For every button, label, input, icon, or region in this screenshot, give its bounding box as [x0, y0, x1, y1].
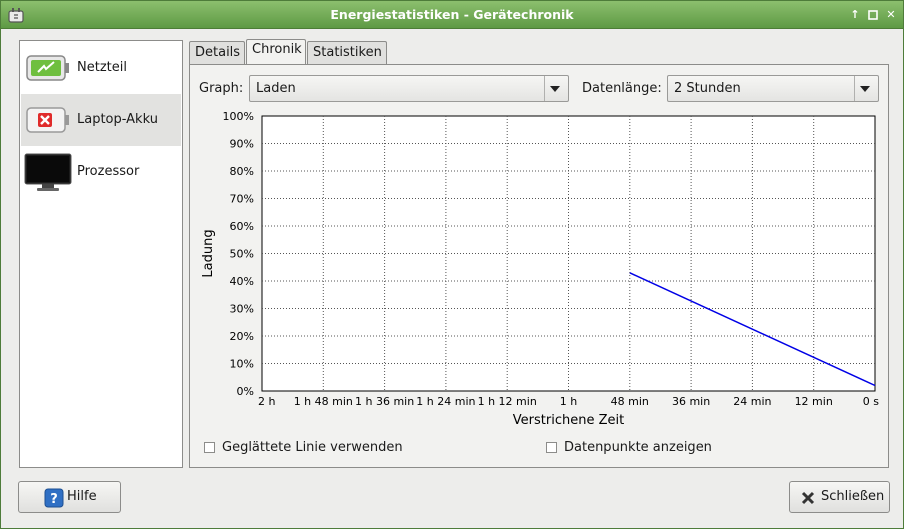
- graph-type-value: Laden: [256, 81, 296, 96]
- tab-details[interactable]: Details: [189, 41, 245, 65]
- x-tick-label: 36 min: [672, 395, 710, 408]
- tab-statistiken[interactable]: Statistiken: [307, 41, 387, 65]
- graph-type-select[interactable]: Laden: [249, 75, 569, 102]
- x-tick-label: 12 min: [795, 395, 833, 408]
- charge-history-chart: 0% 10% 20% 30% 40% 50% 60% 70% 80% 90% 100% 2 h 1 h …: [201, 110, 879, 428]
- graph-label: Graph:: [199, 81, 244, 96]
- help-icon: ?: [44, 488, 64, 508]
- y-tick-label: 40%: [230, 275, 254, 288]
- x-tick-label: 24 min: [733, 395, 771, 408]
- sidebar-item-label: Netzteil: [77, 60, 127, 75]
- y-axis-label: Ladung: [201, 229, 216, 277]
- close-button[interactable]: Schließen: [789, 481, 890, 513]
- sidebar-item-laptop-battery[interactable]: Laptop-Akku: [21, 94, 181, 146]
- smooth-line-checkbox[interactable]: [204, 442, 215, 453]
- y-tick-label: 100%: [223, 110, 254, 123]
- y-tick-label: 60%: [230, 220, 254, 233]
- energy-statistics-window: Energiestatistiken - Gerätechronik ↑ ✕ N…: [0, 0, 904, 529]
- tab-chronik[interactable]: Chronik: [246, 39, 306, 65]
- ac-adapter-icon: [26, 55, 69, 81]
- show-points-checkbox[interactable]: [546, 442, 557, 453]
- battery-missing-icon: [26, 107, 69, 133]
- smooth-line-label: Geglättete Linie verwenden: [222, 440, 403, 455]
- window-title: Energiestatistiken - Gerätechronik: [330, 7, 574, 22]
- data-length-label: Datenlänge:: [582, 81, 662, 96]
- y-tick-label: 20%: [230, 330, 254, 343]
- chevron-down-icon: [544, 76, 564, 101]
- sidebar-item-ac-adapter[interactable]: Netzteil: [21, 42, 181, 94]
- y-tick-label: 90%: [230, 138, 254, 151]
- monitor-icon: [24, 153, 72, 191]
- tab-label: Details: [195, 45, 241, 60]
- x-tick-label: 1 h 12 min: [478, 395, 537, 408]
- keep-above-icon[interactable]: ↑: [849, 9, 861, 21]
- maximize-icon[interactable]: [867, 9, 879, 21]
- help-label: Hilfe: [67, 489, 97, 504]
- y-tick-label: 70%: [230, 193, 254, 206]
- x-tick-label: 48 min: [611, 395, 649, 408]
- title-bar[interactable]: Energiestatistiken - Gerätechronik ↑ ✕: [1, 1, 903, 29]
- x-tick-label: 1 h: [560, 395, 577, 408]
- sidebar-item-processor[interactable]: Prozessor: [21, 146, 181, 198]
- tab-label: Chronik: [252, 42, 302, 57]
- close-label: Schließen: [821, 489, 885, 504]
- x-tick-label: 1 h 36 min: [355, 395, 414, 408]
- close-x-icon: [801, 491, 815, 505]
- sidebar-item-label: Prozessor: [77, 164, 140, 179]
- x-axis-label: Verstrichene Zeit: [513, 413, 624, 428]
- x-tick-label: 1 h 48 min: [294, 395, 353, 408]
- y-tick-label: 0%: [237, 385, 254, 398]
- svg-text:?: ?: [50, 492, 58, 507]
- tab-label: Statistiken: [313, 45, 382, 60]
- show-points-label: Datenpunkte anzeigen: [564, 440, 712, 455]
- x-tick-label: 2 h: [258, 395, 275, 408]
- y-tick-label: 10%: [230, 358, 254, 371]
- help-button[interactable]: ? Hilfe: [18, 481, 121, 513]
- y-tick-label: 50%: [230, 248, 254, 261]
- close-icon[interactable]: ✕: [885, 9, 897, 21]
- device-list: Netzteil Laptop-Akku Prozessor: [19, 40, 183, 468]
- data-length-select[interactable]: 2 Stunden: [667, 75, 879, 102]
- data-length-value: 2 Stunden: [674, 81, 741, 96]
- y-tick-label: 30%: [230, 303, 254, 316]
- y-tick-label: 80%: [230, 165, 254, 178]
- sidebar-item-label: Laptop-Akku: [77, 112, 158, 127]
- x-tick-label: 0 s: [863, 395, 879, 408]
- x-tick-label: 1 h 24 min: [416, 395, 475, 408]
- chevron-down-icon: [854, 76, 874, 101]
